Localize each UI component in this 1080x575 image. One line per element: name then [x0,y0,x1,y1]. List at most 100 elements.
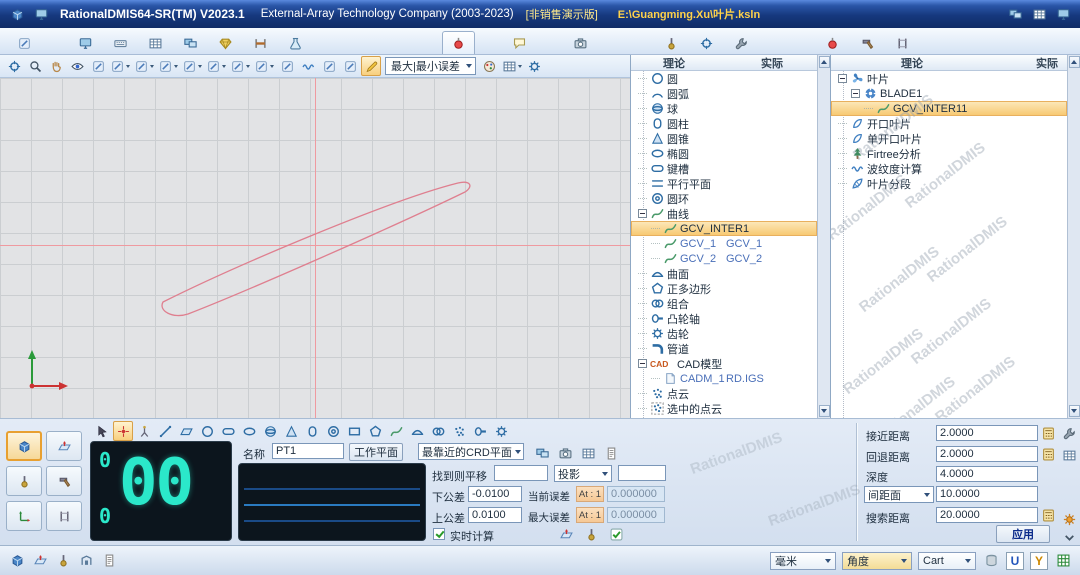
point-icon[interactable] [113,421,133,441]
tree-item-波纹度计算[interactable]: 波纹度计算 [831,161,1067,176]
cube-icon[interactable] [8,552,26,570]
ball-icon[interactable] [442,31,475,54]
lasso-icon[interactable] [88,56,108,76]
tree-item-组合[interactable]: 组合 [631,296,817,311]
calculator-icon[interactable] [1040,507,1056,523]
projection-dropdown[interactable]: 投影 [554,465,612,482]
table-icon[interactable] [139,31,172,54]
probe-icon[interactable] [655,31,688,54]
tree-item-点云[interactable]: 点云 [631,386,817,401]
curve-icon[interactable] [386,421,406,441]
expander-icon[interactable] [851,89,860,98]
tree-item-圆[interactable]: 圆 [631,71,817,86]
torus-icon[interactable] [323,421,343,441]
apply-button[interactable]: 应用 [996,525,1050,543]
cursor-icon[interactable] [92,421,112,441]
cone-icon[interactable] [281,421,301,441]
display-mode-icon[interactable] [32,5,50,23]
probe-angle-icon[interactable] [133,56,156,76]
tree-item-圆柱[interactable]: 圆柱 [631,116,817,131]
magnify-icon[interactable] [25,56,45,76]
tree-item-正多边形[interactable]: 正多边形 [631,281,817,296]
tree-item-CADM_1[interactable]: CADM_1RD.IGS [631,371,817,386]
tree-item-曲线[interactable]: 曲线 [631,206,817,221]
tree-item-选中的点云[interactable]: 选中的点云 [631,401,817,416]
probe-disc-icon[interactable] [205,56,228,76]
camera-icon[interactable] [564,31,597,54]
camera-icon[interactable] [555,443,575,463]
tree-item-曲面[interactable]: 曲面 [631,266,817,281]
dualmonitor-icon[interactable] [532,443,552,463]
datum-icon[interactable] [31,552,49,570]
tree-item-球[interactable]: 球 [631,101,817,116]
sphere-icon[interactable] [260,421,280,441]
projection-input[interactable] [618,465,666,481]
dualmonitor-icon[interactable] [174,31,207,54]
y-axis-icon[interactable]: Y [1030,552,1048,570]
blade-profile-curve[interactable] [0,78,630,418]
crosshair-icon[interactable] [690,31,723,54]
tree-item-圆弧[interactable]: 圆弧 [631,86,817,101]
realtime-checkbox[interactable] [433,528,445,540]
workplane-button[interactable]: 工作平面 [349,443,403,461]
blade-tree-scrollbar[interactable] [1067,55,1080,418]
cloud-icon[interactable] [449,421,469,441]
tree-item-管道[interactable]: 管道 [631,341,817,356]
report-icon[interactable] [601,443,621,463]
flask-icon[interactable] [279,31,312,54]
datum-icon[interactable] [46,431,82,461]
wave-icon[interactable] [298,56,318,76]
expander-icon[interactable] [638,359,647,368]
rect-icon[interactable] [344,421,364,441]
scan-flat-icon[interactable] [340,56,360,76]
expander-icon[interactable] [638,209,647,218]
unit-dropdown[interactable]: 毫米 [770,552,836,570]
probe-icon[interactable] [6,466,42,496]
scroll-down-icon[interactable] [819,405,830,417]
scroll-up-icon[interactable] [819,56,830,68]
probe-knife-icon[interactable] [181,56,204,76]
feature-tree-scrollbar[interactable] [817,55,830,418]
report-icon[interactable] [100,552,118,570]
probe-icon[interactable] [54,552,72,570]
viewport-3d[interactable] [0,78,630,418]
tree-item-圆锥[interactable]: 圆锥 [631,131,817,146]
line-icon[interactable] [155,421,175,441]
tree-item-单开口叶片[interactable]: 单开口叶片 [831,131,1067,146]
cube-icon[interactable] [6,431,42,461]
probe-icon[interactable] [581,524,601,544]
ball-icon[interactable] [816,31,849,54]
polygon-icon[interactable] [365,421,385,441]
grid-icon[interactable] [1054,552,1072,570]
calculator-icon[interactable] [1040,425,1056,441]
screen-icon[interactable] [1054,5,1072,23]
tree-item-CAD模型[interactable]: CADCAD模型 [631,356,817,371]
tree-item-椭圆[interactable]: 椭圆 [631,146,817,161]
diamond-icon[interactable] [209,31,242,54]
circle-icon[interactable] [197,421,217,441]
ellipse-icon[interactable] [239,421,259,441]
tree-item-齿轮[interactable]: 齿轮 [631,326,817,341]
hammer-icon[interactable] [851,31,884,54]
slot-icon[interactable] [218,421,238,441]
tree-item-凸轮轴[interactable]: 凸轮轴 [631,311,817,326]
wrench-icon[interactable] [725,31,758,54]
lower-tolerance-input[interactable]: -0.0100 [468,486,522,502]
crd-plane-dropdown[interactable]: 最靠近的CRD平面 [418,443,524,460]
gear-icon[interactable] [525,56,545,76]
probe-star-icon[interactable] [253,56,276,76]
probe-cup-icon[interactable] [229,56,252,76]
depth-input[interactable]: 4.0000 [936,466,1038,482]
tree-item-BLADE1[interactable]: BLADE1 [831,86,1067,101]
eye-icon[interactable] [67,56,87,76]
tree-item-GCV_INTER11[interactable]: GCV_INTER11 [831,101,1067,116]
scroll-down-icon[interactable] [1069,405,1080,417]
layout-icon[interactable] [1030,5,1048,23]
tripod-icon[interactable] [134,421,154,441]
pencil-icon[interactable] [361,56,381,76]
search-distance-input[interactable]: 20.0000 [936,507,1038,523]
u-units-icon[interactable]: U [1006,552,1024,570]
datum-icon[interactable] [556,524,576,544]
name-input[interactable]: PT1 [272,443,344,459]
scan-spike-icon[interactable] [277,56,297,76]
